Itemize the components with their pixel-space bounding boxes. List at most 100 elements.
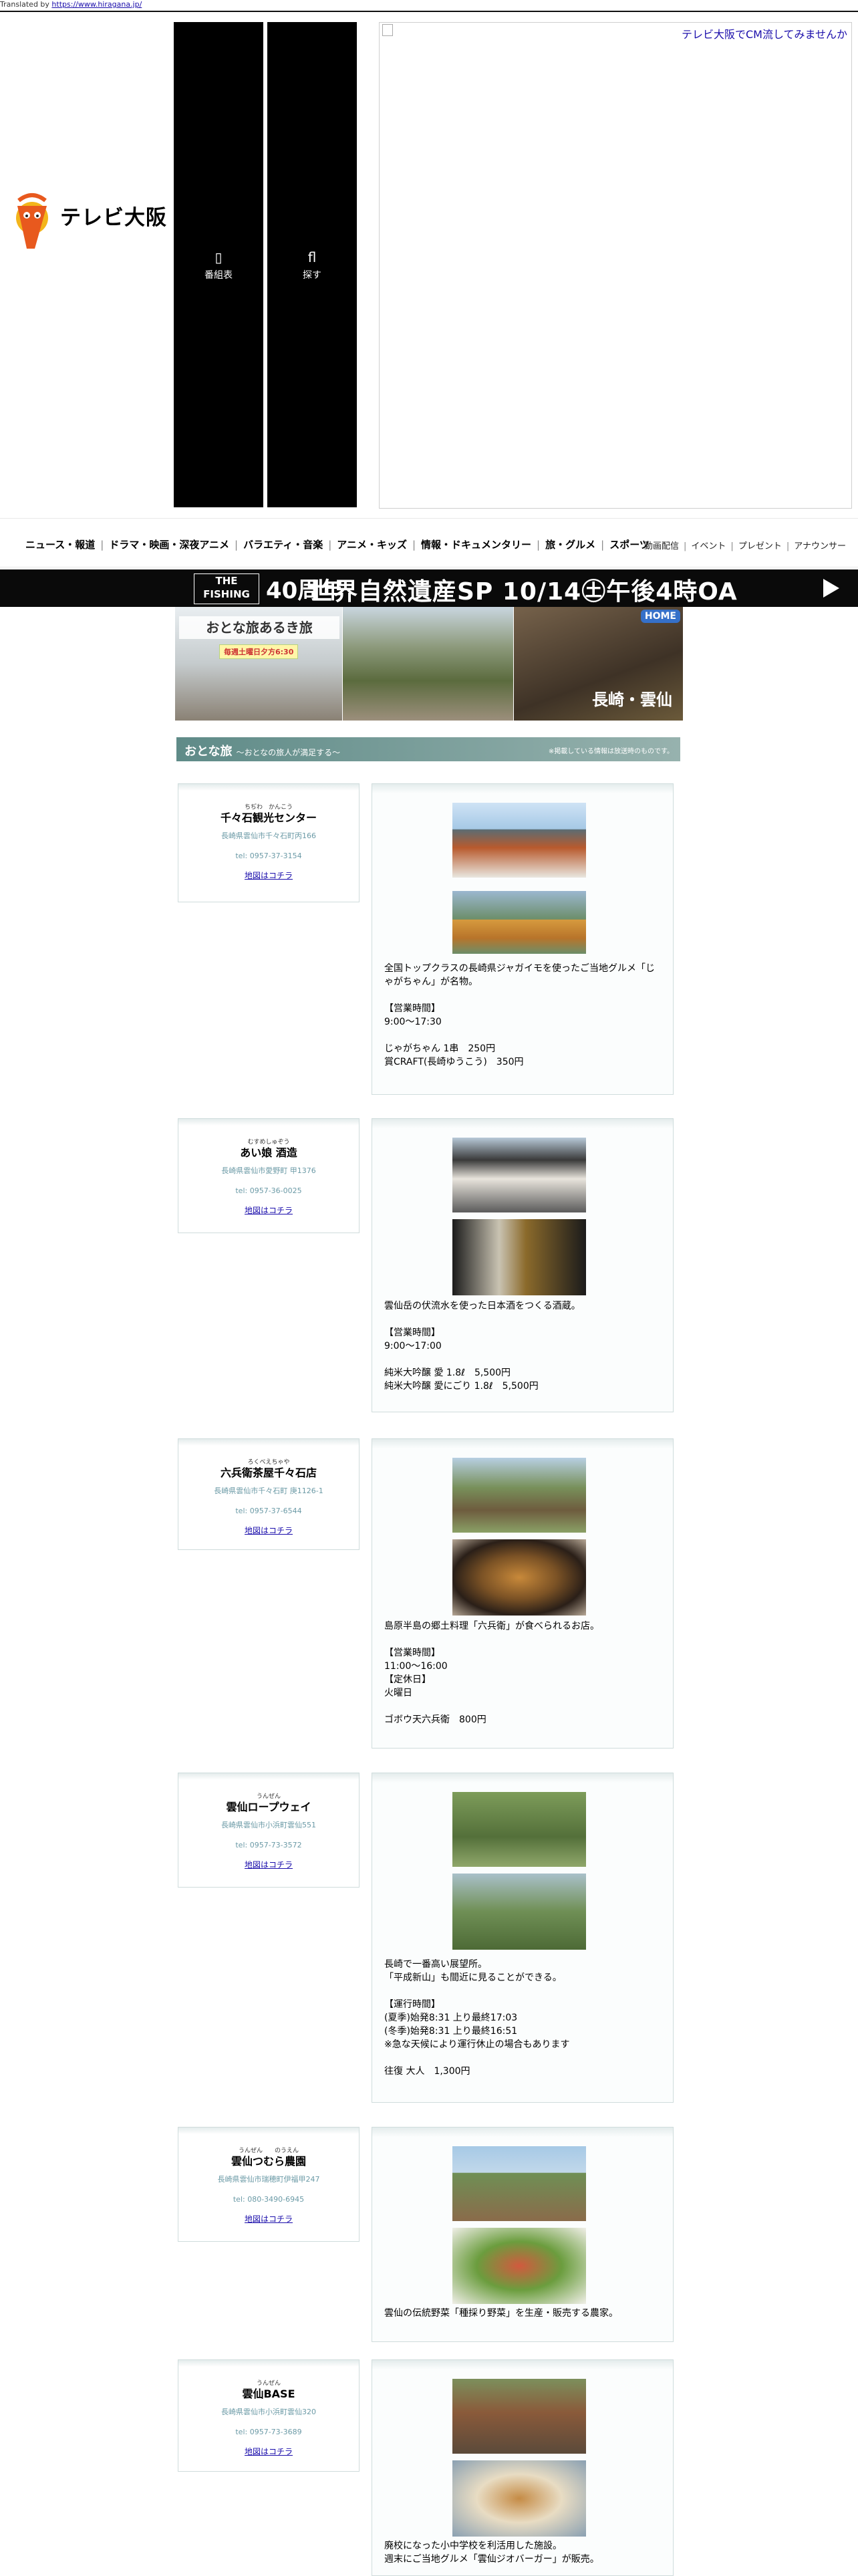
spot-map-link[interactable]: 地図はコチラ: [178, 1204, 359, 1216]
tv-schedule-button[interactable]: ▯ 番組表: [174, 22, 263, 507]
tv-osaka-logo[interactable]: テレビ大阪: [8, 187, 168, 254]
hero-place: 長崎・雲仙: [592, 690, 672, 709]
spot-map-link[interactable]: 地図はコチラ: [178, 870, 359, 881]
nav-travel[interactable]: 旅・グルメ: [545, 537, 595, 551]
main-nav: ニュース・報道 | ドラマ・映画・深夜アニメ | バラエティ・音楽 | アニメ・キッズ | 情報…: [25, 537, 650, 551]
spot-detail-card: 廃校になった小中学校を利活用した施設。 週末にご当地グルメ「雲仙ジオバーガー」が…: [372, 2359, 674, 2576]
spot-info-card: ろくべえちゃや 六兵衛茶屋千々石店 長崎県雲仙市千々石町 庚1126-1 tel…: [178, 1438, 360, 1550]
section-subtitle: ～おとなの旅人が満足する～: [236, 748, 341, 757]
spot-detail-card: 長崎で一番高い展望所。 「平成新山」も間近に見ることができる。 【運行時間】 (…: [372, 1773, 674, 2103]
play-icon: [823, 579, 839, 598]
sub-nav: 動画配信 | イベント | プレゼント | アナウンサー: [644, 541, 846, 551]
spot-tel: tel: 0957-36-0025: [235, 1186, 302, 1195]
spot-ruby: うんぜん: [256, 2380, 281, 2387]
logo-text: テレビ大阪: [60, 206, 167, 230]
search-label: 探す: [303, 270, 321, 281]
spot-tel: tel: 0957-37-6544: [235, 1507, 302, 1515]
spot-ruby: ろくべえちゃや: [247, 1459, 290, 1466]
spot-detail-card: 全国トップクラスの長崎県ジャガイモを使ったご当地グルメ「じゃがちゃん」が名物。 …: [372, 783, 674, 1095]
nav-event[interactable]: イベント: [691, 541, 726, 551]
promo-banner[interactable]: THE FISHING 40周年 世界自然遺産SP 10/14㊏午後4時OA: [0, 569, 858, 607]
spot-address: 長崎県雲仙市愛野町 甲1376: [221, 1166, 316, 1175]
spot-photo: [452, 803, 586, 878]
spot-ruby: うんぜん: [256, 1793, 281, 1800]
section-note: ※掲載している情報は放送時のものです。: [548, 748, 674, 755]
the-fishing-logo: THE FISHING: [194, 573, 259, 604]
search-icon: fl: [307, 249, 317, 265]
translation-prefix: Translated by: [0, 0, 52, 9]
spot-description: 長崎で一番高い展望所。 「平成新山」も間近に見ることができる。 【運行時間】 (…: [384, 1959, 570, 2077]
spot-tel: tel: 0957-73-3689: [235, 2428, 302, 2436]
spot-description: 雲仙の伝統野菜「種採り野菜」を生産・販売する農家。: [384, 2308, 618, 2319]
home-button[interactable]: HOME: [640, 610, 680, 623]
translation-link[interactable]: https://www.hiragana.jp/: [51, 0, 142, 9]
search-button[interactable]: fl 探す: [267, 22, 357, 507]
spot-map-link[interactable]: 地図はコチラ: [178, 2213, 359, 2224]
nav-present[interactable]: プレゼント: [738, 541, 782, 551]
banner-title: 世界自然遺産SP 10/14㊏午後4時OA: [309, 578, 738, 606]
spot-description: 全国トップクラスの長崎県ジャガイモを使ったご当地グルメ「じゃがちゃん」が名物。 …: [384, 963, 656, 1067]
spot-photo: [452, 2460, 586, 2537]
section-title-bar: おとな旅 ～おとなの旅人が満足する～ ※掲載している情報は放送時のものです。: [176, 737, 680, 761]
section-title: おとな旅: [184, 745, 233, 759]
spot-name: 雲仙ロープウェイ: [226, 1801, 311, 1813]
spot-photo: [452, 891, 586, 954]
cm-ad-link[interactable]: テレビ大阪でCM流してみませんか: [682, 25, 847, 41]
spot-description: 雲仙岳の伏流水を使った日本酒をつくる酒蔵。 【営業時間】 9:00～17:00 …: [384, 1301, 581, 1392]
nav-announcer[interactable]: アナウンサー: [794, 541, 846, 551]
spot-photo: [452, 1539, 586, 1616]
spot-map-link[interactable]: 地図はコチラ: [178, 1525, 359, 1536]
tv-schedule-label: 番組表: [204, 270, 233, 281]
spot-address: 長崎県雲仙市千々石町丙166: [221, 831, 316, 840]
spot-photo: [452, 1874, 586, 1950]
spot-address: 長崎県雲仙市小浜町雲仙551: [221, 1821, 316, 1829]
spot-info-card: うんぜん 雲仙BASE 長崎県雲仙市小浜町雲仙320 tel: 0957-73-…: [178, 2359, 360, 2472]
spot-name: 雲仙つむら農園: [231, 2155, 306, 2168]
spot-map-link[interactable]: 地図はコチラ: [178, 2446, 359, 2457]
spot-info-card: うんぜん のうえん 雲仙つむら農園 長崎県雲仙市瑞穂町伊福甲247 tel: 0…: [178, 2127, 360, 2242]
spot-description: 廃校になった小中学校を利活用した施設。 週末にご当地グルメ「雲仙ジオバーガー」が…: [384, 2541, 599, 2565]
nav-drama[interactable]: ドラマ・映画・深夜アニメ: [109, 537, 229, 551]
spot-photo: [452, 2228, 586, 2304]
spot-detail-card: 雲仙の伝統野菜「種採り野菜」を生産・販売する農家。: [372, 2127, 674, 2342]
translation-notice: Translated by https://www.hiragana.jp/: [0, 0, 858, 12]
nav-news[interactable]: ニュース・報道: [25, 537, 95, 551]
spot-detail-card: 島原半島の郷土料理「六兵衛」が食べられるお店。 【営業時間】 11:00～16:…: [372, 1438, 674, 1749]
spot-name: 六兵衛茶屋千々石店: [220, 1466, 317, 1479]
nav-video[interactable]: 動画配信: [644, 541, 679, 551]
program-hero: おとな旅あるき旅 毎週土曜日夕方6:30 HOME 長崎・雲仙: [175, 607, 683, 721]
hero-photo-landscape: [343, 607, 513, 721]
spot-address: 長崎県雲仙市千々石町 庚1126-1: [214, 1487, 323, 1495]
tv-schedule-icon: ▯: [214, 249, 223, 265]
spot-map-link[interactable]: 地図はコチラ: [178, 1859, 359, 1870]
spot-photo: [452, 2379, 586, 2454]
nav-info[interactable]: 情報・ドキュメンタリー: [421, 537, 531, 551]
spot-description: 島原半島の郷土料理「六兵衛」が食べられるお店。 【営業時間】 11:00～16:…: [384, 1621, 599, 1725]
spot-ruby: むすめしゅぞう: [247, 1139, 290, 1146]
spot-ruby: うんぜん のうえん: [238, 2148, 299, 2154]
spot-name: あい娘 酒造: [240, 1146, 297, 1159]
spot-detail-card: 雲仙岳の伏流水を使った日本酒をつくる酒蔵。 【営業時間】 9:00～17:00 …: [372, 1118, 674, 1412]
global-nav: ニュース・報道 | ドラマ・映画・深夜アニメ | バラエティ・音楽 | アニメ・キッズ | 情報…: [0, 518, 858, 567]
broken-image-icon: [382, 24, 393, 36]
spot-tel: tel: 0957-37-3154: [235, 852, 302, 860]
spot-info-card: うんぜん 雲仙ロープウェイ 長崎県雲仙市小浜町雲仙551 tel: 0957-7…: [178, 1773, 360, 1888]
spot-tel: tel: 080-3490-6945: [233, 2195, 305, 2204]
spot-ruby: ちぢわ かんこう: [244, 804, 293, 811]
ad-frame[interactable]: テレビ大阪でCM流してみませんか: [379, 22, 852, 509]
program-title: おとな旅あるき旅: [179, 616, 339, 639]
spot-name: 雲仙BASE: [242, 2388, 295, 2400]
spot-photo: [452, 2146, 586, 2221]
spot-address: 長崎県雲仙市瑞穂町伊福甲247: [217, 2175, 320, 2184]
spot-name: 千々石観光センター: [220, 811, 317, 824]
nav-variety[interactable]: バラエティ・音楽: [243, 537, 323, 551]
program-schedule: 毎週土曜日夕方6:30: [219, 644, 299, 659]
spot-address: 長崎県雲仙市小浜町雲仙320: [221, 2408, 316, 2416]
spot-tel: tel: 0957-73-3572: [235, 1841, 302, 1849]
spot-photo: [452, 1219, 586, 1295]
spot-photo: [452, 1792, 586, 1867]
hero-photo-food: HOME 長崎・雲仙: [514, 607, 683, 721]
nav-anime[interactable]: アニメ・キッズ: [337, 537, 407, 551]
spot-info-card: ちぢわ かんこう 千々石観光センター 長崎県雲仙市千々石町丙166 tel: 0…: [178, 783, 360, 902]
nav-sports[interactable]: スポーツ: [609, 537, 650, 551]
